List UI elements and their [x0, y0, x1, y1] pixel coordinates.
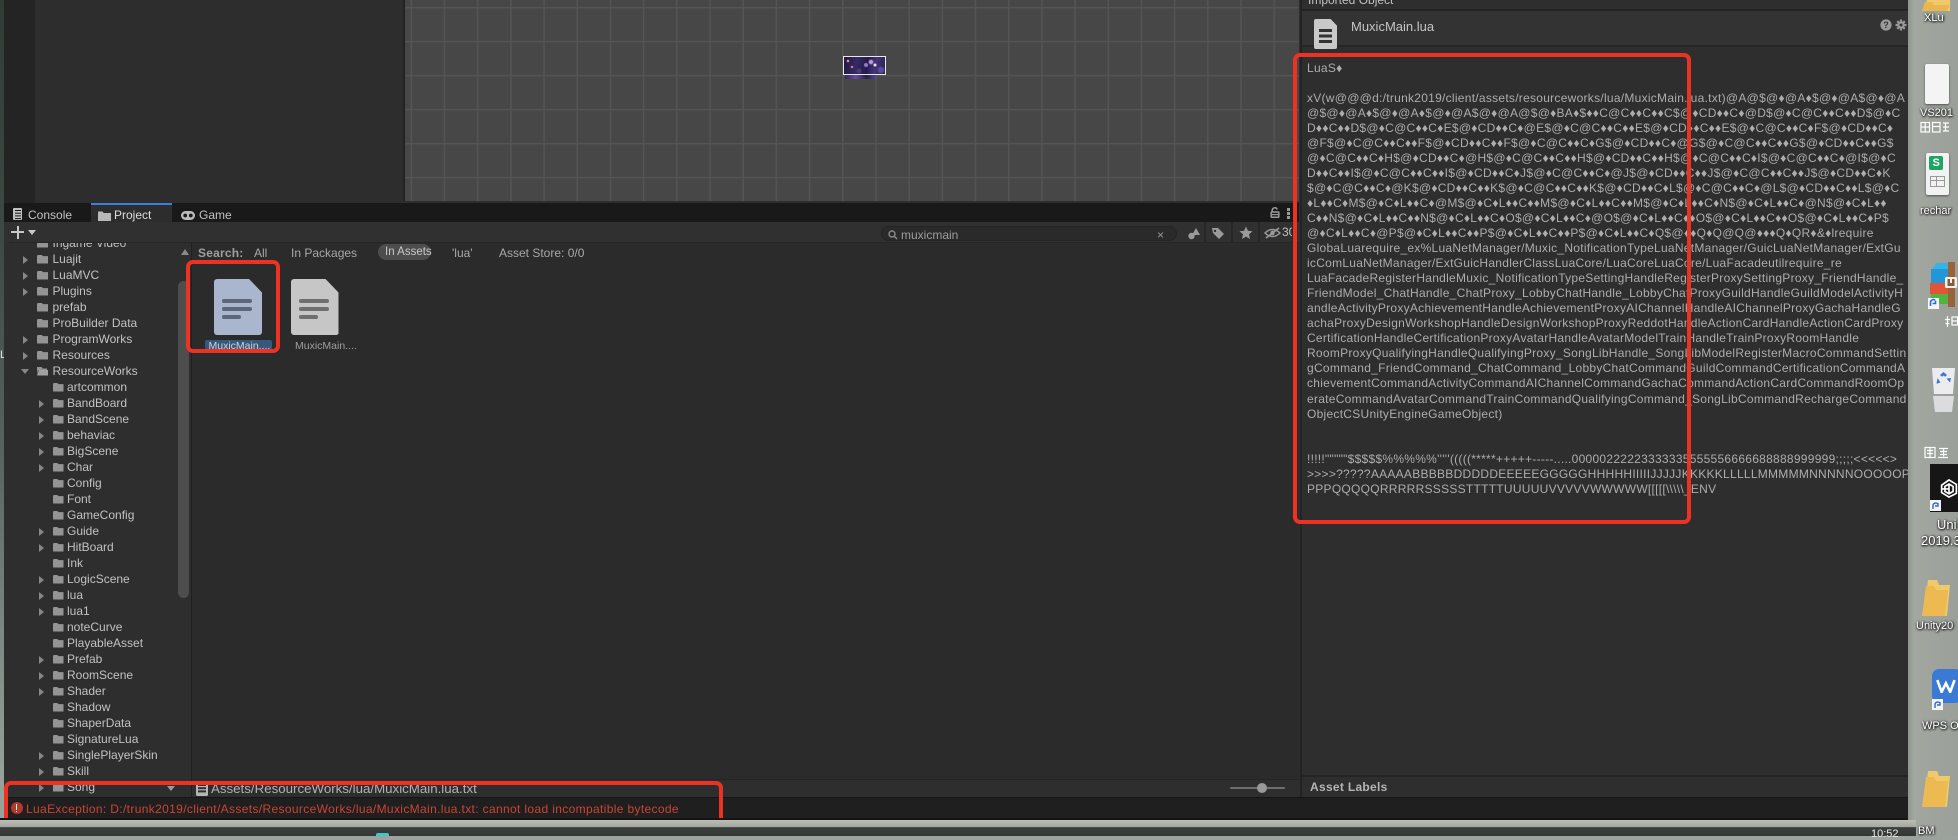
- svg-text:?: ?: [1883, 20, 1889, 30]
